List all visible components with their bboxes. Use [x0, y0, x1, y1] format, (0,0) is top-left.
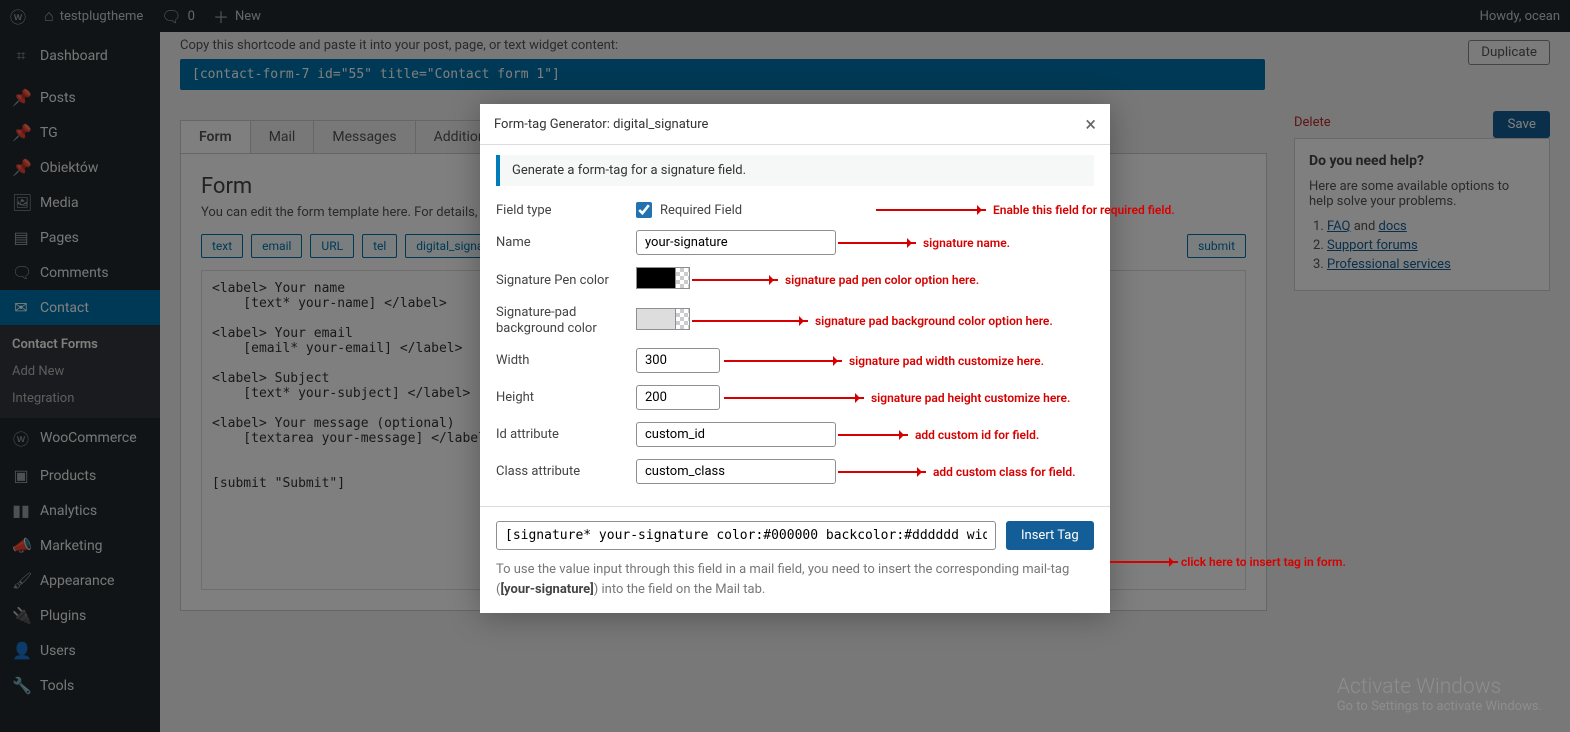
pen-color-swatch[interactable] [636, 267, 676, 289]
activate-sub: Go to Settings to activate Windows. [1337, 699, 1542, 714]
close-icon[interactable]: × [1085, 112, 1096, 136]
mail-tag-note: To use the value input through this fiel… [496, 560, 1094, 599]
activate-title: Activate Windows [1337, 675, 1542, 699]
label-class-attr: Class attribute [496, 464, 636, 479]
callout-id: add custom id for field. [915, 428, 1039, 442]
activate-windows-watermark: Activate Windows Go to Settings to activ… [1337, 675, 1542, 714]
bg-color-alpha[interactable] [676, 308, 690, 330]
pen-color-alpha[interactable] [676, 267, 690, 289]
callout-height: signature pad height customize here. [871, 391, 1070, 405]
name-input[interactable] [636, 230, 836, 255]
label-name: Name [496, 235, 636, 250]
modal-info: Generate a form-tag for a signature fiel… [496, 155, 1094, 186]
label-field-type: Field type [496, 203, 636, 218]
modal-footer: Insert Tag To use the value input throug… [480, 506, 1110, 613]
tag-output-input[interactable] [496, 521, 996, 550]
callout-insert-arrow: click here to insert tag in form. [1110, 555, 1346, 569]
form-tag-generator-modal: Form-tag Generator: digital_signature × … [480, 104, 1110, 613]
modal-header: Form-tag Generator: digital_signature × [480, 104, 1110, 145]
id-attr-input[interactable] [636, 422, 836, 447]
callout-bg: signature pad background color option he… [815, 314, 1053, 328]
callout-width: signature pad width customize here. [849, 354, 1044, 368]
width-input[interactable] [636, 348, 720, 373]
required-label: Required Field [660, 203, 742, 218]
label-bg-color: Signature-pad background color [496, 305, 636, 336]
callout-class: add custom class for field. [933, 465, 1076, 479]
label-id-attr: Id attribute [496, 427, 636, 442]
label-pen-color: Signature Pen color [496, 273, 636, 288]
modal-title: Form-tag Generator: digital_signature [494, 117, 708, 132]
height-input[interactable] [636, 385, 720, 410]
class-attr-input[interactable] [636, 459, 836, 484]
callout-insert: click here to insert tag in form. [1181, 555, 1346, 569]
callout-name: signature name. [923, 236, 1010, 250]
label-width: Width [496, 353, 636, 368]
mail-tag-name: [your-signature] [500, 582, 593, 597]
callout-pen: signature pad pen color option here. [785, 273, 979, 287]
insert-tag-button[interactable]: Insert Tag [1006, 521, 1094, 550]
callout-required: Enable this field for required field. [993, 203, 1175, 217]
required-checkbox[interactable] [636, 202, 652, 218]
label-height: Height [496, 390, 636, 405]
bg-color-swatch[interactable] [636, 308, 676, 330]
